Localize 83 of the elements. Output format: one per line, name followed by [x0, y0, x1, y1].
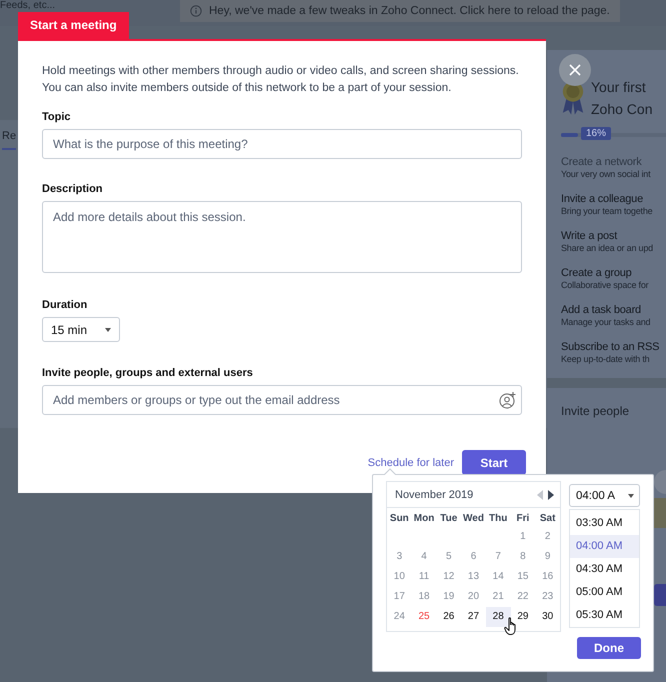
step-title[interactable]: Create a group	[561, 267, 666, 279]
field-label: Invite people, groups and external users	[42, 367, 254, 379]
weekday-label: Fri	[516, 512, 530, 526]
invite-title: Invite people	[561, 404, 630, 418]
calendar-day[interactable]: 5	[436, 547, 462, 567]
step-subtitle: Keep up-to-date with th	[561, 354, 650, 364]
calendar-day[interactable]: 25	[412, 607, 436, 627]
caret-icon	[105, 328, 112, 332]
onboarding-title: Your first	[591, 78, 647, 97]
calendar-day[interactable]: 2	[535, 527, 560, 547]
weekday-label: Mon	[412, 512, 436, 526]
step-subtitle: Bring your team togethe	[561, 206, 654, 216]
calendar-day[interactable]: 15	[510, 567, 536, 587]
calendar-day[interactable]: 19	[436, 587, 462, 607]
time-dropdown[interactable]: 04:00 A	[569, 484, 640, 508]
topic-field[interactable]: What is the purpose of this meeting?	[42, 129, 522, 159]
calendar-day[interactable]: 30	[535, 607, 560, 627]
calendar-day[interactable]: 16	[535, 567, 560, 587]
field-label: Duration	[42, 299, 88, 311]
weekday-label: Wed	[462, 512, 485, 526]
search-hint: Feeds, etc...	[0, 0, 56, 11]
schedule-link[interactable]: Schedule for later	[368, 456, 454, 468]
calendar-day[interactable]: 12	[436, 567, 462, 587]
caret-icon	[628, 494, 634, 498]
info-icon	[190, 5, 202, 17]
start-button[interactable]: Start	[462, 450, 526, 475]
calendar-day[interactable]: 28	[486, 607, 511, 627]
add-person-icon[interactable]	[499, 391, 517, 409]
time-option[interactable]: 05:30 AM	[570, 604, 639, 628]
calendar-day[interactable]: 11	[412, 567, 436, 587]
month-title: November 2019	[395, 488, 474, 500]
calendar-day[interactable]: 14	[486, 567, 511, 587]
weekday-label: Thu	[488, 512, 508, 526]
calendar-day[interactable]: 10	[387, 567, 412, 587]
calendar-day[interactable]: 22	[510, 587, 536, 607]
calendar-day[interactable]: 26	[436, 607, 462, 627]
step-title[interactable]: Subscribe to an RSS	[561, 341, 666, 353]
field-label: Topic	[42, 111, 72, 123]
step-subtitle: Share an idea or an upd	[561, 243, 654, 253]
time-option[interactable]: 03:30 AM	[570, 512, 639, 536]
calendar-day[interactable]: 1	[510, 527, 536, 547]
calendar-day[interactable]: 8	[510, 547, 536, 567]
time-option[interactable]: 05:00 AM	[570, 581, 639, 604]
duration-dropdown[interactable]: 15 min	[42, 317, 120, 342]
next-month-icon[interactable]	[548, 490, 554, 500]
calendar-day[interactable]: 4	[412, 547, 436, 567]
time-option[interactable]: 04:00 AM	[570, 535, 639, 558]
step-subtitle: Manage your tasks and	[561, 317, 652, 327]
step-title[interactable]: Add a task board	[561, 304, 666, 316]
calendar-day[interactable]: 21	[486, 587, 511, 607]
calendar-day[interactable]: 27	[461, 607, 486, 627]
description-field[interactable]: Add more details about this session.	[42, 201, 522, 273]
notice-text: Hey, we've made a few tweaks in Zoho Connect. Click here to reload the page.	[209, 5, 610, 17]
dialog-tab[interactable]: Start a meeting	[18, 12, 129, 39]
calendar-day[interactable]: 18	[412, 587, 436, 607]
tab[interactable]: Re	[2, 130, 16, 150]
step-subtitle: Your very own social int	[561, 169, 652, 179]
calendar-day[interactable]: 7	[486, 547, 511, 567]
calendar-day[interactable]: 24	[387, 607, 412, 627]
calendar-day[interactable]: 29	[510, 607, 536, 627]
step-title[interactable]: Invite a colleague	[561, 193, 666, 205]
calendar-day[interactable]: 23	[535, 587, 560, 607]
step-subtitle: Collaborative space for	[561, 280, 650, 290]
calendar-day[interactable]: 6	[461, 547, 486, 567]
weekday-label: Tue	[439, 512, 458, 526]
field-label: Description	[42, 183, 104, 195]
invite-field[interactable]: Add members or groups or type out the email address	[42, 385, 522, 415]
onboarding-title: Zoho Con	[591, 100, 652, 119]
intro-text: Hold meetings with other members through audio or video calls, and screen sharing sessions. You can also invite members outside of this network to be a part of your session.	[42, 64, 520, 96]
step-title[interactable]: Write a post	[561, 230, 666, 242]
calendar-day[interactable]: 13	[461, 567, 486, 587]
notice-banner[interactable]: Hey, we've made a few tweaks in Zoho Connect. Click here to reload the page.	[180, 0, 620, 22]
step-title[interactable]: Create a network	[561, 156, 666, 168]
weekday-label: Sun	[388, 512, 410, 526]
time-option[interactable]: 04:30 AM	[570, 558, 639, 582]
calendar-day[interactable]: 20	[461, 587, 486, 607]
calendar-day[interactable]: 17	[387, 587, 412, 607]
calendar-day[interactable]: 3	[387, 547, 412, 567]
close-icon	[569, 64, 581, 76]
weekday-label: Sat	[538, 512, 556, 526]
progress-percent: 16%	[581, 127, 612, 140]
calendar-day[interactable]: 9	[535, 547, 560, 567]
done-button[interactable]: Done	[577, 637, 641, 659]
